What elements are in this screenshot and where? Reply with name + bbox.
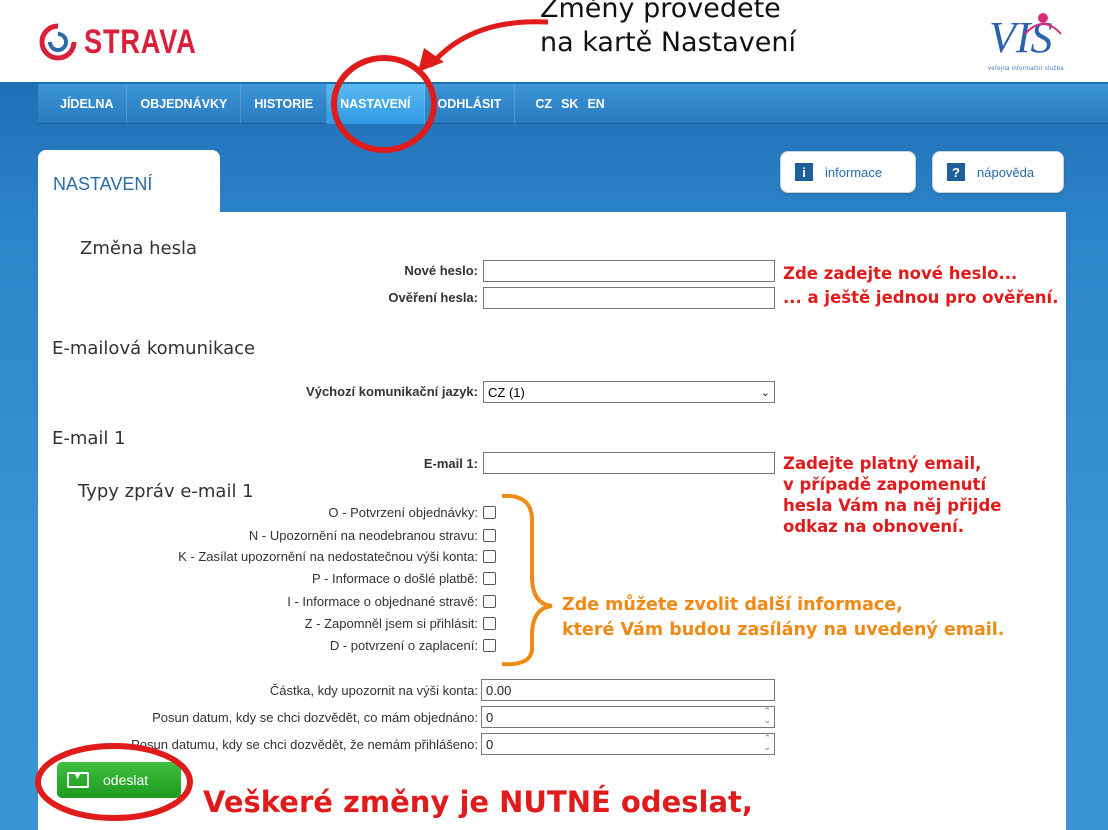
email1-input[interactable] (483, 452, 775, 474)
type-checkbox-n[interactable] (483, 529, 496, 542)
note-email-line4: odkaz na obnovení. (783, 517, 965, 536)
note-password-1: Zde zadejte nové heslo... (783, 264, 1018, 283)
type-checkbox-z[interactable] (483, 617, 496, 630)
strava-swirl-icon (39, 23, 77, 61)
info-button[interactable]: i informace (780, 151, 916, 193)
help-icon: ? (947, 163, 965, 181)
note-types: Zde můžete zvolit další informace, které… (562, 593, 1004, 643)
section-password-title: Změna hesla (80, 238, 197, 259)
type-label-p: P - Informace o došlé platbě: (312, 571, 478, 586)
type-checkbox-o[interactable] (483, 506, 496, 519)
send-button[interactable]: odeslat (57, 762, 181, 798)
send-icon (67, 771, 89, 788)
lang-sk[interactable]: SK (561, 97, 578, 111)
type-checkbox-i[interactable] (483, 595, 496, 608)
note-email-line2: v případě zapomenutí (783, 475, 987, 494)
shift-unregistered-label: Posun datumu, kdy se chci dozvědět, že n… (131, 737, 478, 752)
language-select-value: CZ (1) (488, 384, 525, 400)
language-select[interactable]: CZ (1) ⌄ (483, 381, 775, 403)
type-row-z: Z - Zapomněl jsem si přihlásit: (305, 616, 496, 631)
shift-ordered-input[interactable] (481, 706, 775, 728)
shift-unregistered-input[interactable] (481, 733, 775, 755)
nav-item-nastaveni[interactable]: NASTAVENÍ (327, 83, 425, 124)
brand-name: STRAVA (84, 22, 197, 61)
note-email-line3: hesla Vám na něj přijde (783, 496, 1002, 515)
language-label: Výchozí komunikační jazyk: (306, 384, 478, 399)
help-button-label: nápověda (977, 164, 1035, 180)
info-icon: i (795, 163, 813, 181)
panel-title: NASTAVENÍ (53, 174, 153, 194)
strava-logo: STRAVA (38, 22, 225, 62)
type-label-z: Z - Zapomněl jsem si přihlásit: (304, 616, 478, 631)
lang-cz[interactable]: CZ (535, 97, 552, 111)
note-password-2: ... a ještě jednou pro ověření. (783, 288, 1059, 307)
type-label-n: N - Upozornění na neodebranou stravu: (248, 528, 478, 543)
amount-input[interactable] (481, 679, 775, 701)
send-button-label: odeslat (103, 772, 149, 788)
lang-en[interactable]: EN (587, 97, 604, 111)
confirm-password-input[interactable] (483, 287, 775, 309)
type-row-o: O - Potvrzení objednávky: (328, 505, 496, 520)
nav-item-jidelna[interactable]: JÍDELNA (38, 83, 128, 124)
type-row-k: K - Zasílat upozornění na nedostatečnou … (178, 549, 496, 564)
vis-subtitle: veřejná informační služba (988, 66, 1064, 72)
type-label-d: D - potvrzení o zaplacení: (329, 638, 478, 653)
callout-top: Změny provedete na kartě Nastavení (540, 0, 796, 60)
spinner-icon[interactable]: ⌃ ⌄ (763, 734, 771, 752)
spinner-icon[interactable]: ⌃ ⌄ (763, 707, 771, 725)
type-checkbox-p[interactable] (483, 572, 496, 585)
type-label-i: I - Informace o objednané stravě: (287, 594, 478, 609)
note-bottom: Veškeré změny je NUTNÉ odeslat, (203, 785, 753, 819)
nav-item-historie[interactable]: HISTORIE (241, 83, 328, 124)
section-email1-title: E-mail 1 (52, 428, 126, 449)
language-switcher: CZ SK EN (515, 97, 604, 111)
section-email-comm-title: E-mailová komunikace (52, 338, 256, 359)
callout-top-line1: Změny provedete (540, 0, 781, 24)
type-row-p: P - Informace o došlé platbě: (312, 571, 496, 586)
amount-label: Částka, kdy upozornit na výši konta: (269, 683, 478, 698)
type-checkbox-k[interactable] (483, 550, 496, 563)
shift-unregistered-wrap: ⌃⌄ (481, 733, 775, 755)
email1-label: E-mail 1: (423, 456, 478, 471)
nav-item-objednavky[interactable]: OBJEDNÁVKY (127, 83, 242, 124)
main-nav: JÍDELNA OBJEDNÁVKY HISTORIE NASTAVENÍ OD… (38, 83, 1108, 124)
callout-top-line2: na kartě Nastavení (540, 27, 796, 58)
new-password-input[interactable] (483, 260, 775, 282)
type-checkbox-d[interactable] (483, 639, 496, 652)
type-label-o: O - Potvrzení objednávky: (328, 505, 478, 520)
type-row-n: N - Upozornění na neodebranou stravu: (249, 528, 496, 543)
confirm-password-label: Ověření hesla: (388, 290, 478, 305)
note-types-line2: které Vám budou zasílány na uvedený emai… (562, 620, 1005, 640)
shift-ordered-label: Posun datum, kdy se chci dozvědět, co má… (152, 710, 478, 725)
type-row-d: D - potvrzení o zaplacení: (330, 638, 496, 653)
shift-ordered-wrap: ⌃⌄ (481, 706, 775, 728)
note-types-line1: Zde můžete zvolit další informace, (562, 595, 903, 615)
info-button-label: informace (825, 164, 883, 180)
type-row-i: I - Informace o objednané stravě: (287, 594, 496, 609)
type-label-k: K - Zasílat upozornění na nedostatečnou … (178, 549, 478, 564)
email-types-title: Typy zpráv e-mail 1 (78, 481, 254, 502)
note-email: Zadejte platný email, v případě zapomenu… (783, 453, 1001, 537)
chevron-down-icon: ⌄ (760, 386, 770, 399)
help-button[interactable]: ? nápověda (932, 151, 1064, 193)
new-password-label: Nové heslo: (404, 263, 478, 278)
note-email-line1: Zadejte platný email, (783, 454, 982, 473)
nav-item-odhlasit[interactable]: ODHLÁSIT (425, 83, 516, 124)
